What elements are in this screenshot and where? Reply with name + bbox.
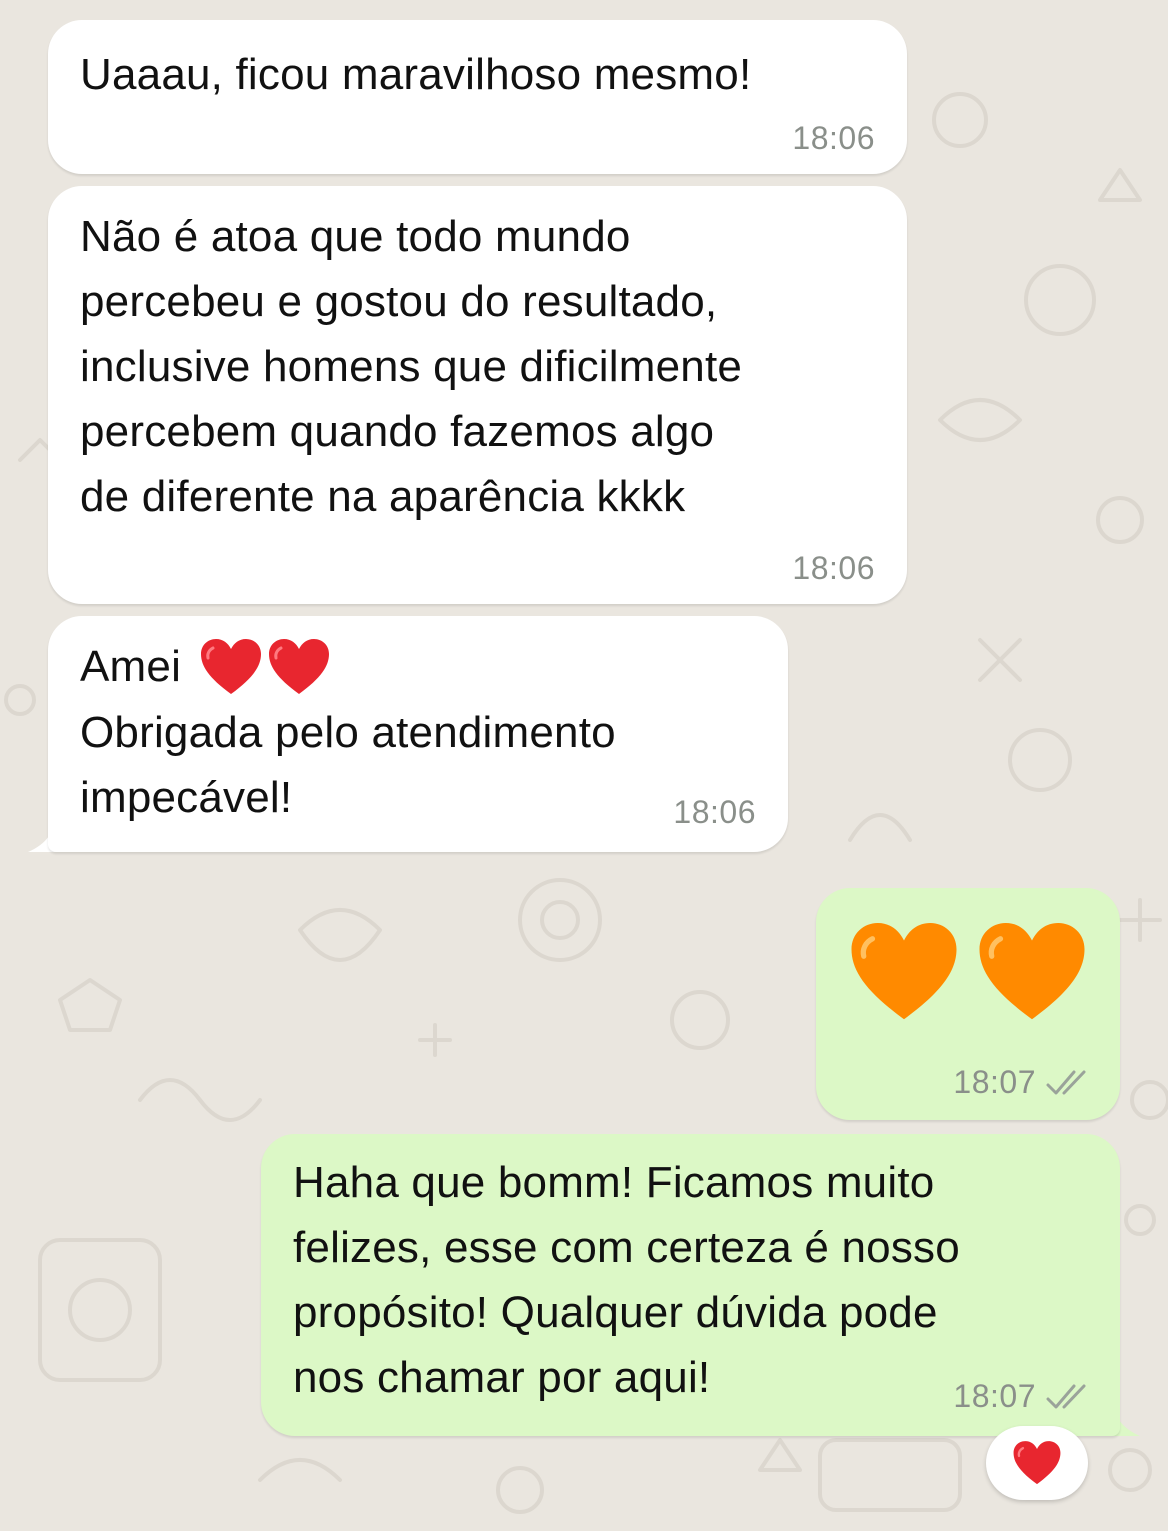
orange-heart-icon <box>851 923 957 1020</box>
message-text: Obrigada pelo atendimento impecável! <box>80 708 616 822</box>
message-timestamp: 18:07 <box>953 1378 1036 1414</box>
message-timestamp: 18:06 <box>792 550 875 586</box>
double-check-icon <box>1046 1384 1086 1409</box>
message-timestamp: 18:06 <box>673 794 756 830</box>
message-text: Não é atoa que todo mundo percebeu e gos… <box>80 212 743 521</box>
double-check-icon <box>1046 1070 1086 1095</box>
message-timestamp: 18:06 <box>792 120 875 156</box>
message-reaction[interactable] <box>986 1426 1088 1500</box>
orange-heart-icon <box>979 923 1085 1020</box>
red-heart-icon <box>1013 1441 1061 1485</box>
red-heart-icon <box>269 638 330 694</box>
message-bubble-incoming-1[interactable]: Uaaau, ficou maravilhoso mesmo! 18:06 <box>48 20 907 174</box>
message-bubble-outgoing-1[interactable]: 18:07 <box>816 888 1120 1120</box>
message-text-amei: Amei <box>80 642 182 691</box>
message-text: Haha que bomm! Ficamos muito felizes, es… <box>293 1158 960 1402</box>
red-heart-icon <box>201 638 262 694</box>
message-bubble-incoming-3[interactable]: Amei Obrigada pelo atendimento impecável… <box>48 616 788 852</box>
message-text: Uaaau, ficou maravilhoso mesmo! <box>80 50 752 99</box>
message-timestamp: 18:07 <box>953 1064 1036 1100</box>
message-bubble-incoming-2[interactable]: Não é atoa que todo mundo percebeu e gos… <box>48 186 907 604</box>
message-text-line1: Amei <box>80 634 331 699</box>
message-bubble-outgoing-2[interactable]: Haha que bomm! Ficamos muito felizes, es… <box>261 1134 1120 1436</box>
